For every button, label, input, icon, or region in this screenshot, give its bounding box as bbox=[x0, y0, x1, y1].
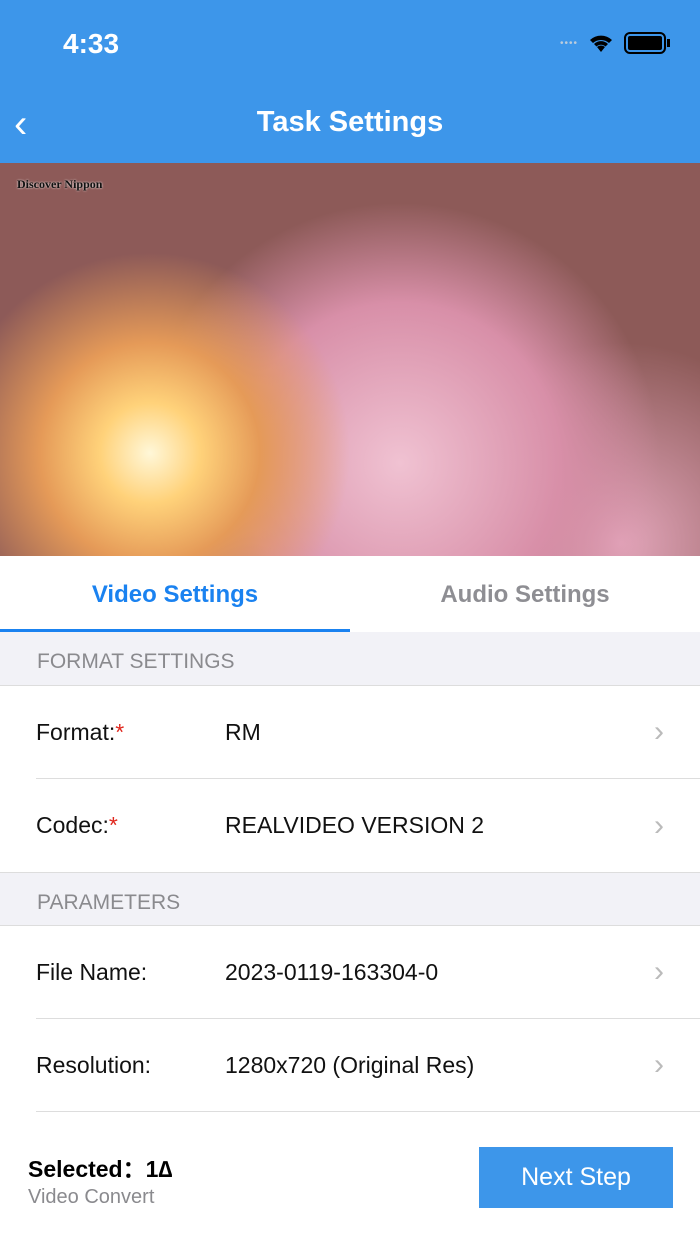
chevron-right-icon: › bbox=[654, 715, 664, 748]
tab-audio-settings[interactable]: Audio Settings bbox=[350, 556, 700, 632]
chevron-right-icon: › bbox=[654, 955, 664, 988]
video-preview[interactable]: Discover Nippon bbox=[0, 163, 700, 556]
format-label: Format:* bbox=[36, 719, 225, 746]
signal-icon: •••• bbox=[559, 37, 578, 49]
format-value: RM bbox=[225, 718, 261, 745]
resolution-value: 1280x720 (Original Res) bbox=[225, 1051, 475, 1078]
resolution-label: Resolution: bbox=[36, 1051, 152, 1078]
section-format-settings: FORMAT SETTINGS bbox=[0, 632, 700, 686]
section-parameters: PARAMETERS bbox=[0, 872, 700, 926]
settings-tabs: Video Settings Audio Settings bbox=[0, 556, 700, 632]
format-label-text: Format: bbox=[36, 718, 116, 745]
required-mark: * bbox=[108, 812, 118, 838]
codec-label-text: Codec: bbox=[36, 812, 109, 838]
battery-icon bbox=[624, 32, 670, 54]
settings-list: FORMAT SETTINGS Format:* RM › Codec:* REALV… bbox=[0, 632, 700, 1112]
video-watermark: Discover Nippon bbox=[17, 177, 103, 191]
file-name-row[interactable]: File Name: 2023-0119-163304-0 › bbox=[36, 926, 700, 1019]
page-title: Task Settings bbox=[256, 106, 444, 138]
status-icons: •••• bbox=[560, 32, 670, 54]
bottom-bar: Selected：1∆ Video Convert Next Step bbox=[0, 1112, 700, 1244]
codec-label: Codec:* bbox=[36, 812, 225, 839]
file-name-value: 2023-0119-163304-0 bbox=[225, 958, 439, 985]
status-time: 4:33 bbox=[63, 28, 120, 59]
wifi-icon bbox=[590, 35, 612, 52]
codec-value: REALVIDEO VERSION 2 bbox=[225, 812, 485, 838]
next-step-button[interactable]: Next Step bbox=[479, 1147, 673, 1208]
chevron-right-icon: › bbox=[654, 1048, 664, 1081]
tab-video-settings[interactable]: Video Settings bbox=[0, 556, 350, 632]
selected-count: Selected：1∆ bbox=[28, 1156, 173, 1182]
format-row[interactable]: Format:* RM › bbox=[36, 686, 700, 779]
nav-header: 4:33 •••• ‹ Task Settings bbox=[0, 0, 700, 163]
chevron-right-icon: › bbox=[654, 808, 664, 842]
resolution-row[interactable]: Resolution: 1280x720 (Original Res) › bbox=[36, 1019, 700, 1112]
task-type: Video Convert bbox=[28, 1186, 155, 1208]
required-mark: * bbox=[115, 718, 125, 745]
file-name-label: File Name: bbox=[36, 958, 148, 985]
codec-row[interactable]: Codec:* REALVIDEO VERSION 2 › bbox=[36, 779, 700, 872]
